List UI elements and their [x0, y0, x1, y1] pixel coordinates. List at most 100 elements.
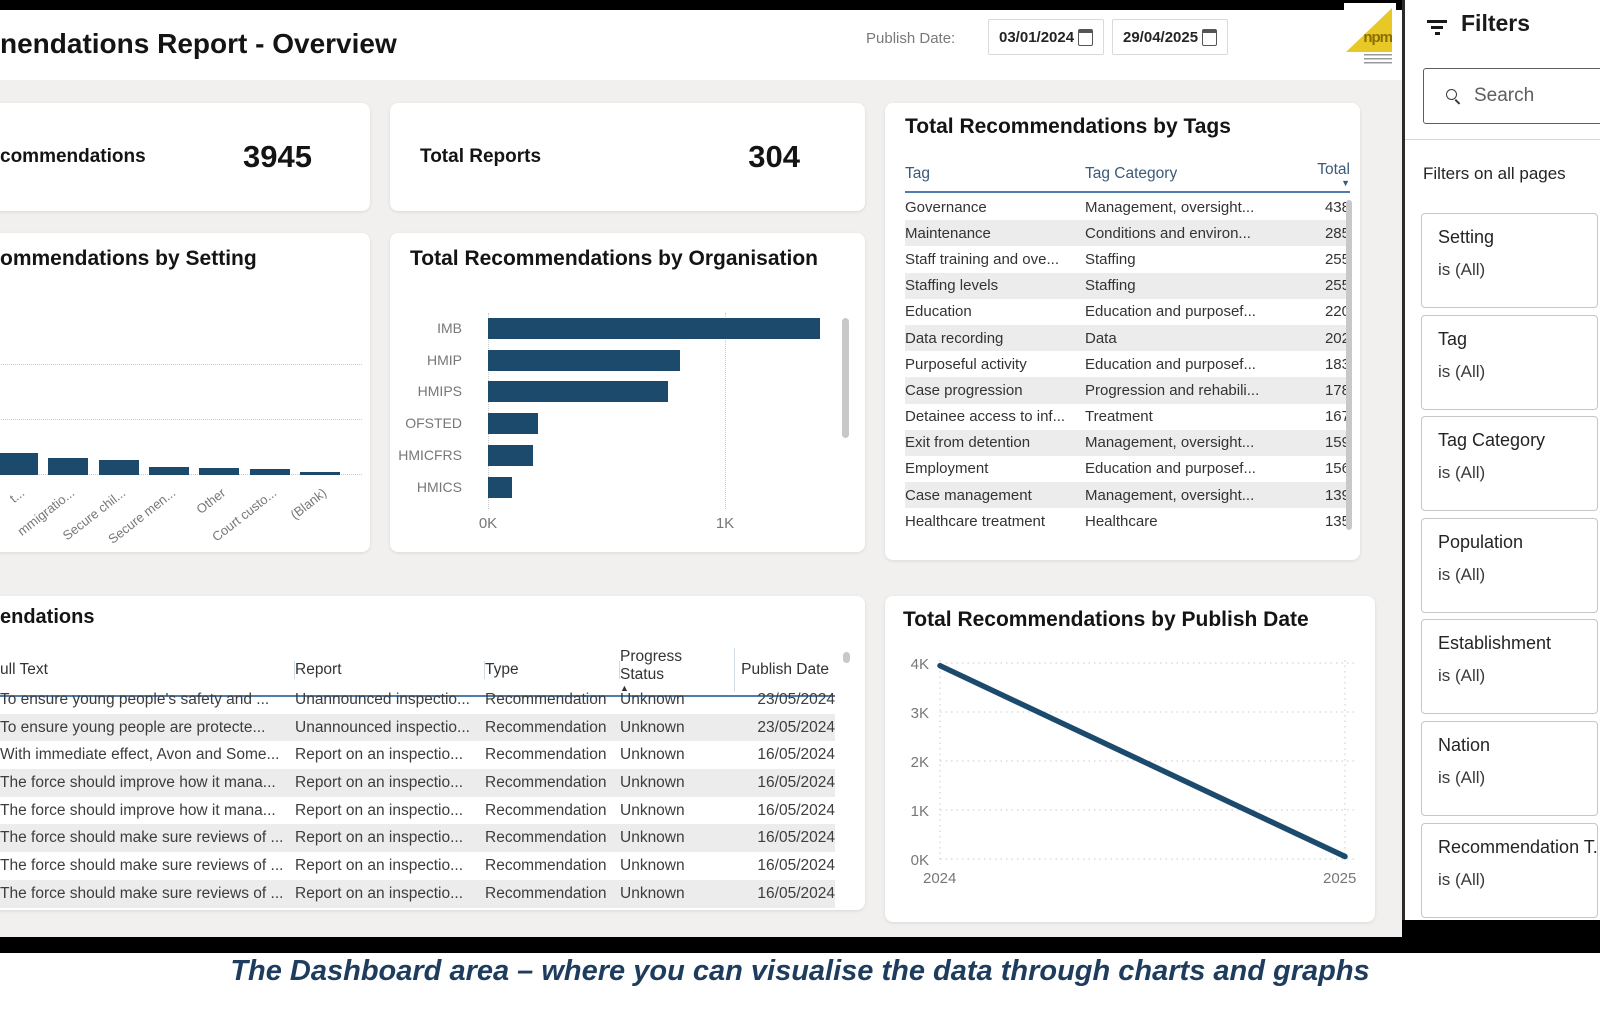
total-recommendations-label: commendations — [0, 146, 146, 168]
table-cell: Exit from detention — [905, 434, 1085, 451]
table-row[interactable]: The force should improve how it mana...R… — [0, 769, 835, 797]
table-row[interactable]: Data recordingData202 — [905, 325, 1350, 351]
caption: The Dashboard area – where you can visua… — [0, 955, 1600, 988]
filter-card-nation[interactable]: Nationis (All) — [1421, 721, 1598, 816]
publish-date-to-input[interactable]: 29/04/2025 — [1112, 19, 1228, 55]
search-icon — [1446, 89, 1460, 103]
table-cell: 16/05/2024 — [735, 746, 835, 764]
table-cell: Report on an inspectio... — [295, 829, 485, 847]
table-cell: 167 — [1275, 408, 1350, 425]
publish-date-from-input[interactable]: 03/01/2024 — [988, 19, 1104, 55]
table-cell: Unknown — [620, 829, 735, 847]
table-cell: Report on an inspectio... — [295, 857, 485, 875]
tags-table-header: Tag Tag Category Total ▼ — [905, 161, 1350, 193]
table-row[interactable]: Staff training and ove...Staffing255 — [905, 246, 1350, 272]
table-row[interactable]: Case progressionProgression and rehabili… — [905, 377, 1350, 403]
total-reports-card: Total Reports 304 — [390, 103, 865, 211]
table-cell: Unknown — [620, 774, 735, 792]
axis-label: Other — [194, 485, 229, 517]
recs-col-report[interactable]: Report — [295, 661, 485, 679]
filters-section-label: Filters on all pages — [1423, 164, 1566, 184]
table-row[interactable]: To ensure young people's safety and ...U… — [0, 686, 835, 714]
organisation-chart-scrollbar[interactable] — [842, 318, 849, 438]
table-cell: Report on an inspectio... — [295, 885, 485, 903]
table-cell: The force should make sure reviews of ..… — [0, 857, 295, 875]
bar-HMICFRS[interactable] — [488, 445, 533, 466]
table-cell: Recommendation — [485, 691, 620, 709]
filter-card-tag-category[interactable]: Tag Categoryis (All) — [1421, 416, 1598, 511]
filter-value: is (All) — [1438, 260, 1597, 280]
filter-card-population[interactable]: Populationis (All) — [1421, 518, 1598, 613]
table-cell: Unknown — [620, 802, 735, 820]
table-cell: 156 — [1275, 460, 1350, 477]
table-row[interactable]: Detainee access to inf...Treatment167 — [905, 404, 1350, 430]
table-cell: Recommendation — [485, 746, 620, 764]
bar-t...[interactable] — [0, 453, 38, 475]
table-row[interactable]: The force should make sure reviews of ..… — [0, 880, 835, 908]
table-cell: Recommendation — [485, 857, 620, 875]
table-row[interactable]: Staffing levelsStaffing255 — [905, 273, 1350, 299]
axis-tick: 1K — [893, 803, 929, 820]
bar-HMIPS[interactable] — [488, 381, 668, 402]
table-cell: 178 — [1275, 382, 1350, 399]
recommendations-table-scrollbar[interactable] — [843, 652, 850, 663]
recs-col-type[interactable]: Type — [485, 661, 620, 679]
table-row[interactable]: EmploymentEducation and purposef...156 — [905, 456, 1350, 482]
bar-HMIP[interactable] — [488, 350, 680, 371]
axis-label: (Blank) — [287, 485, 329, 522]
bar-IMB[interactable] — [488, 318, 820, 339]
bar-mmigratio...[interactable] — [48, 458, 88, 475]
publish-date-line-chart — [885, 596, 1375, 922]
table-cell: 285 — [1275, 225, 1350, 242]
tags-col-total[interactable]: Total ▼ — [1275, 161, 1350, 187]
tags-table-scrollbar[interactable] — [1346, 200, 1352, 530]
tags-col-category[interactable]: Tag Category — [1085, 165, 1275, 183]
table-row[interactable]: MaintenanceConditions and environ...285 — [905, 220, 1350, 246]
table-cell: The force should improve how it mana... — [0, 774, 295, 792]
filters-search-input[interactable]: Search — [1423, 68, 1600, 124]
bar-Secure men...[interactable] — [149, 467, 189, 475]
bar-Court custo...[interactable] — [250, 469, 290, 475]
table-row[interactable]: The force should make sure reviews of ..… — [0, 824, 835, 852]
table-row[interactable]: EducationEducation and purposef...220 — [905, 299, 1350, 325]
axis-tick: 1K — [716, 515, 734, 532]
table-cell: Unknown — [620, 719, 735, 737]
table-cell: 255 — [1275, 251, 1350, 268]
filter-card-recommendation-t-[interactable]: Recommendation T... is (All) — [1421, 823, 1598, 918]
calendar-icon[interactable] — [1202, 29, 1217, 46]
npm-logo-subtext — [1364, 54, 1392, 65]
axis-tick: 4K — [893, 656, 929, 673]
table-row[interactable]: The force should make sure reviews of ..… — [0, 852, 835, 880]
table-row[interactable]: To ensure young people are protecte...Un… — [0, 714, 835, 742]
table-row[interactable]: Case managementManagement, oversight...1… — [905, 482, 1350, 508]
tags-col-tag[interactable]: Tag — [905, 165, 1085, 183]
calendar-icon[interactable] — [1078, 29, 1093, 46]
table-cell: Report on an inspectio... — [295, 802, 485, 820]
recs-col-fulltext[interactable]: ull Text — [0, 661, 295, 679]
axis-label: IMB — [392, 320, 462, 336]
filter-name: Population — [1438, 532, 1597, 553]
table-row[interactable]: Exit from detentionManagement, oversight… — [905, 430, 1350, 456]
table-row[interactable]: With immediate effect, Avon and Some... R… — [0, 741, 835, 769]
filter-value: is (All) — [1438, 870, 1597, 890]
filter-card-establishment[interactable]: Establishmentis (All) — [1421, 619, 1598, 714]
filter-card-tag[interactable]: Tagis (All) — [1421, 315, 1598, 410]
table-cell: With immediate effect, Avon and Some... — [0, 746, 295, 764]
table-row[interactable]: Healthcare treatmentHealthcare135 — [905, 508, 1350, 534]
date-from-value: 03/01/2024 — [999, 29, 1074, 46]
filter-card-setting[interactable]: Settingis (All) — [1421, 213, 1598, 308]
axis-label: HMICFRS — [392, 447, 462, 463]
recs-col-publishdate[interactable]: Publish Date — [735, 661, 835, 679]
bar-Secure chil...[interactable] — [99, 460, 139, 475]
table-row[interactable]: Purposeful activityEducation and purpose… — [905, 351, 1350, 377]
bar-Other[interactable] — [199, 468, 239, 475]
filter-value: is (All) — [1438, 362, 1597, 382]
filter-name: Recommendation T... — [1438, 837, 1597, 858]
table-row[interactable]: The force should improve how it mana...R… — [0, 797, 835, 825]
table-cell: Education and purposef... — [1085, 460, 1275, 477]
table-cell: 135 — [1275, 513, 1350, 530]
bar-(Blank)[interactable] — [300, 472, 340, 475]
bar-HMICS[interactable] — [488, 477, 512, 498]
bar-OFSTED[interactable] — [488, 413, 538, 434]
table-row[interactable]: GovernanceManagement, oversight...438 — [905, 194, 1350, 220]
